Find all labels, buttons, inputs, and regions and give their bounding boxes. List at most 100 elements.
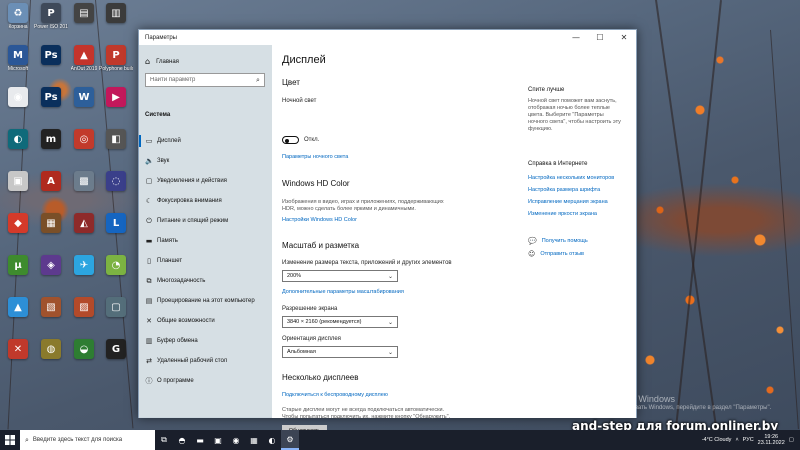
home-nav-item[interactable]: ⌂ Главная bbox=[145, 57, 179, 66]
sidebar-item-label: Общие возможности bbox=[157, 318, 215, 324]
sidebar-item[interactable]: ▢ Уведомления и действия bbox=[139, 171, 272, 191]
sidebar-item[interactable]: ▬ Память bbox=[139, 231, 272, 251]
sidebar-item[interactable]: ✕ Общие возможности bbox=[139, 311, 272, 331]
desktop-shortcut[interactable]: ▣ bbox=[3, 171, 33, 207]
desktop-shortcut[interactable]: ▧ bbox=[36, 297, 66, 333]
desktop-shortcut[interactable]: ◈ bbox=[36, 255, 66, 291]
desktop-shortcut[interactable]: ✈ bbox=[69, 255, 99, 291]
desktop-shortcut[interactable]: ▥ bbox=[101, 3, 131, 39]
task-view-icon[interactable]: ⧉ bbox=[155, 430, 173, 450]
settings-window[interactable]: Параметры — ☐ ✕ ⌂ Главная ⌕ Система ▭ Дис… bbox=[138, 29, 637, 437]
sidebar-item[interactable]: ▭ Дисплей bbox=[139, 131, 272, 151]
send-feedback-link[interactable]: ☺ Отправить отзыв bbox=[528, 250, 584, 258]
desktop-shortcut[interactable]: P Power ISO 2014 bbox=[34, 3, 68, 39]
sidebar-item[interactable]: ▥ Буфер обмена bbox=[139, 331, 272, 351]
chrome-icon[interactable]: ◉ bbox=[227, 430, 245, 450]
desktop-shortcut[interactable]: ▨ bbox=[69, 297, 99, 333]
sidebar-item[interactable]: ⏻ Питание и спящий режим bbox=[139, 211, 272, 231]
desktop-shortcut[interactable]: ♻ Корзина bbox=[3, 3, 33, 39]
edge-icon[interactable]: ◓ bbox=[173, 430, 191, 450]
storage-icon: ▬ bbox=[145, 237, 153, 245]
help-link-font-size[interactable]: Настройка размера шрифта bbox=[528, 187, 600, 193]
sidebar-item[interactable]: ⧉ Многозадачность bbox=[139, 271, 272, 291]
desktop-shortcut[interactable]: m bbox=[36, 129, 66, 165]
notifications-icon[interactable]: ▢ bbox=[789, 437, 794, 443]
desktop-shortcut[interactable]: ◧ bbox=[101, 129, 131, 165]
desktop-shortcut[interactable]: ▦ bbox=[36, 213, 66, 249]
desktop-shortcut[interactable]: ◌ bbox=[101, 171, 131, 207]
close-button[interactable]: ✕ bbox=[612, 30, 636, 45]
start-button[interactable] bbox=[0, 430, 20, 450]
app-icon: ◭ bbox=[74, 213, 94, 233]
help-link-flicker[interactable]: Исправление мерцания экрана bbox=[528, 199, 608, 205]
desktop-shortcut[interactable]: ▲ AnOut 2019 bbox=[69, 45, 99, 81]
settings-search-box[interactable]: ⌕ bbox=[145, 73, 265, 87]
settings-icon[interactable]: ⚙ bbox=[281, 430, 299, 450]
scale-dropdown[interactable]: 200% ⌄ bbox=[282, 270, 398, 282]
sidebar-item[interactable]: ☾ Фокусировка внимания bbox=[139, 191, 272, 211]
store-icon[interactable]: ▣ bbox=[209, 430, 227, 450]
hd-color-settings-link[interactable]: Настройки Windows HD Color bbox=[282, 217, 357, 223]
desktop-shortcut[interactable]: L bbox=[101, 213, 131, 249]
night-light-toggle[interactable] bbox=[282, 136, 299, 144]
chevron-down-icon: ⌄ bbox=[387, 272, 393, 280]
chevron-up-icon[interactable]: ˄ bbox=[735, 437, 738, 443]
desktop-shortcut[interactable]: ◭ bbox=[69, 213, 99, 249]
feedback-icon: ☺ bbox=[528, 250, 536, 258]
desktop-shortcut[interactable]: W bbox=[69, 87, 99, 123]
app-icon[interactable]: ◐ bbox=[263, 430, 281, 450]
desktop-shortcut[interactable]: ◍ bbox=[36, 339, 66, 375]
night-light-settings-link[interactable]: Параметры ночного света bbox=[282, 154, 348, 160]
window-titlebar[interactable]: Параметры — ☐ ✕ bbox=[139, 30, 636, 45]
desktop-shortcut[interactable]: ◐ bbox=[3, 129, 33, 165]
desktop-shortcut[interactable]: ▤ bbox=[69, 3, 99, 39]
desktop-shortcut[interactable]: ▢ bbox=[101, 297, 131, 333]
desktop-shortcut[interactable]: ◎ bbox=[69, 129, 99, 165]
clock[interactable]: 19:26 23.11.2022 bbox=[758, 434, 785, 446]
sidebar-item[interactable]: ⇄ Удаленный рабочий стол bbox=[139, 351, 272, 371]
resolution-dropdown[interactable]: 3840 × 2160 (рекомендуется) ⌄ bbox=[282, 316, 398, 328]
desktop-shortcut[interactable]: ▲ bbox=[3, 297, 33, 333]
sidebar-item[interactable]: ▤ Проецирование на этот компьютер bbox=[139, 291, 272, 311]
desktop-shortcut[interactable]: A bbox=[36, 171, 66, 207]
taskbar-search-box[interactable]: ⌕ Введите здесь текст для поиска bbox=[20, 430, 155, 450]
desktop-shortcut[interactable]: Ps bbox=[36, 87, 66, 123]
app-icon: m bbox=[41, 129, 61, 149]
file-explorer-icon[interactable]: ▬ bbox=[191, 430, 209, 450]
desktop-shortcut[interactable]: M Microsoft bbox=[3, 45, 33, 81]
app-icon[interactable]: ▦ bbox=[245, 430, 263, 450]
desktop-shortcut[interactable]: ▶ bbox=[101, 87, 131, 123]
sidebar-item[interactable]: ⓘ О программе bbox=[139, 371, 272, 391]
remote-desktop-icon: ⇄ bbox=[146, 357, 152, 365]
help-link-monitors[interactable]: Настройка нескольких мониторов bbox=[528, 175, 614, 181]
desktop-shortcut[interactable]: ◆ bbox=[3, 213, 33, 249]
activation-watermark-subtitle: Чтобы активировать Windows, перейдите в … bbox=[590, 405, 772, 411]
desktop-shortcut[interactable]: ✕ bbox=[3, 339, 33, 375]
sidebar-item[interactable]: ▯ Планшет bbox=[139, 251, 272, 271]
sidebar-item-label: Уведомления и действия bbox=[157, 178, 227, 184]
desktop-shortcut[interactable]: ▩ bbox=[69, 171, 99, 207]
maximize-button[interactable]: ☐ bbox=[588, 30, 612, 45]
desktop-shortcut[interactable]: ◒ bbox=[69, 339, 99, 375]
send-feedback-label: Отправить отзыв bbox=[540, 251, 584, 257]
app-icon: ▲ bbox=[8, 297, 28, 317]
advanced-scaling-link[interactable]: Дополнительные параметры масштабирования bbox=[282, 289, 404, 295]
wireless-display-link[interactable]: Подключиться к беспроводному дисплею bbox=[282, 392, 388, 398]
language-indicator[interactable]: РУС bbox=[743, 437, 754, 443]
projecting-icon: ▤ bbox=[145, 297, 153, 305]
desktop-shortcut[interactable]: µ bbox=[3, 255, 33, 291]
desktop-shortcut[interactable]: ◉ bbox=[3, 87, 33, 123]
desktop-shortcut[interactable]: ◔ bbox=[101, 255, 131, 291]
orientation-dropdown[interactable]: Альбомная ⌄ bbox=[282, 346, 398, 358]
get-help-link[interactable]: 💬 Получить помощь bbox=[528, 237, 588, 245]
activation-watermark-title: Активация Windows bbox=[592, 394, 675, 404]
sidebar-item[interactable]: 🔈 Звук bbox=[139, 151, 272, 171]
help-link-brightness[interactable]: Изменение яркости экрана bbox=[528, 211, 597, 217]
desktop-shortcut[interactable]: G bbox=[101, 339, 131, 375]
weather-widget[interactable]: -4°C Cloudy bbox=[702, 437, 732, 443]
minimize-button[interactable]: — bbox=[564, 30, 588, 45]
settings-search-input[interactable] bbox=[146, 77, 252, 83]
desktop-shortcut[interactable]: PPolyphone build 157 bbox=[99, 45, 133, 81]
desktop-shortcut[interactable]: Ps bbox=[36, 45, 66, 81]
search-icon[interactable]: ⌕ bbox=[252, 76, 264, 85]
